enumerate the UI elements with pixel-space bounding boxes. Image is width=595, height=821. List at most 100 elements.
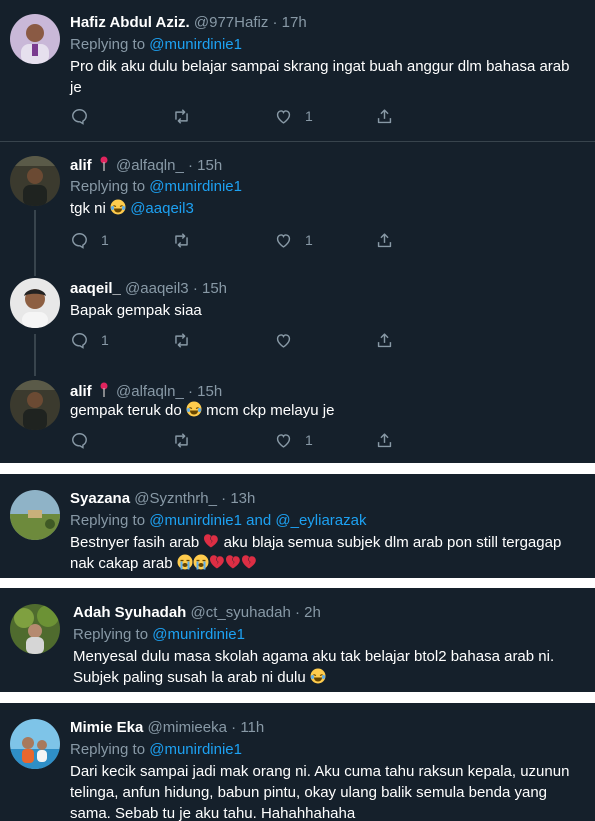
replying-to-label: Replying to	[70, 512, 146, 529]
retweet-button[interactable]	[172, 328, 203, 352]
retweet-button[interactable]	[172, 104, 203, 128]
like-button[interactable]	[274, 328, 305, 352]
display-name[interactable]: Syazana	[70, 490, 130, 507]
handle[interactable]: @alfaqln_	[116, 383, 184, 400]
reply-button[interactable]: 1	[70, 228, 109, 252]
retweet-button[interactable]	[172, 228, 203, 252]
thread-panel: Hafiz Abdul Aziz. @977Hafiz · 17h Replyi…	[0, 0, 595, 463]
handle[interactable]: @aaqeil3	[125, 280, 189, 297]
like-button[interactable]: 1	[274, 104, 313, 128]
tweet-text-line: sama. Sebab tu je aku tahu. Hahahhahaha	[70, 805, 356, 821]
tweet-text-line: Menyesal dulu masa skolah agama aku tak …	[73, 648, 555, 665]
timestamp[interactable]: 11h	[240, 719, 264, 736]
display-name[interactable]: Adah Syuhadah	[73, 604, 186, 621]
handle[interactable]: @Syznthrh_	[134, 490, 217, 507]
tweet-actions: 1	[0, 104, 595, 128]
tweet-text-line: je	[70, 79, 82, 96]
tweet-text-part: Subjek paling susah la arab ni dulu	[73, 669, 306, 686]
handle[interactable]: @977Hafiz	[194, 14, 268, 31]
reply-button[interactable]: 1	[70, 328, 109, 352]
timestamp[interactable]: 15h	[197, 157, 222, 174]
broken-heart-emoji	[204, 534, 219, 548]
timestamp[interactable]: 17h	[282, 14, 307, 31]
separator-dot: ·	[231, 719, 237, 736]
laughing-crying-emoji	[110, 199, 126, 215]
avatar[interactable]	[10, 278, 60, 328]
like-icon	[276, 109, 291, 124]
tweet-actions: 1	[0, 328, 595, 352]
timestamp[interactable]: 13h	[230, 490, 255, 507]
tweet-text: tgk ni @aaqeil3	[70, 198, 194, 219]
broken-heart-emoji	[241, 555, 256, 569]
avatar[interactable]	[10, 14, 60, 64]
display-name[interactable]: Mimie Eka	[70, 719, 143, 736]
share-button[interactable]	[375, 428, 394, 452]
avatar[interactable]	[10, 719, 60, 769]
tweet-actions: 1 1	[0, 228, 595, 252]
tweet-aaqeil[interactable]: aaqeil_ @aaqeil3 · 15h Bapak gempak siaa…	[0, 264, 595, 360]
tweet-text: Bapak gempak siaa	[70, 300, 202, 321]
tweet-text-line: Bapak gempak siaa	[70, 302, 202, 319]
handle[interactable]: @ct_syuhadah	[191, 604, 291, 621]
pin-flag-icon	[100, 382, 108, 397]
display-name[interactable]: alif	[70, 383, 92, 400]
avatar[interactable]	[10, 490, 60, 540]
display-name[interactable]: aaqeil_	[70, 280, 121, 297]
mention-link[interactable]: @aaqeil3	[130, 200, 194, 217]
tweet-hafiz[interactable]: Hafiz Abdul Aziz. @977Hafiz · 17h Replyi…	[0, 0, 595, 140]
handle[interactable]: @mimieeka	[148, 719, 227, 736]
reply-icon	[72, 332, 87, 349]
replying-and: and	[246, 512, 272, 529]
laughing-crying-emoji	[310, 668, 326, 684]
replying-to-label: Replying to	[70, 36, 146, 53]
tweet-panel-mimie: Mimie Eka @mimieeka · 11h Replying to @m…	[0, 703, 595, 821]
tweet-text-part: nak cakap arab	[70, 555, 173, 572]
replying-to-link[interactable]: @munirdinie1	[149, 741, 242, 758]
retweet-button[interactable]	[172, 428, 203, 452]
tweet-adah[interactable]: Adah Syuhadah @ct_syuhadah · 2h Replying…	[0, 588, 595, 692]
like-count: 1	[305, 232, 313, 248]
tweet-text: Menyesal dulu masa skolah agama aku tak …	[73, 646, 554, 688]
share-button[interactable]	[375, 104, 394, 128]
like-button[interactable]: 1	[274, 228, 313, 252]
tweet-text-part: aku blaja semua subjek dlm arab pon stil…	[223, 534, 562, 551]
tweet-alif-2[interactable]: alif @alfaqln_ · 15h gempak teruk do mcm…	[0, 366, 595, 462]
tweet-panel-adah: Adah Syuhadah @ct_syuhadah · 2h Replying…	[0, 588, 595, 692]
display-name[interactable]: Hafiz Abdul Aziz.	[70, 14, 190, 31]
tweet-text: Pro dik aku dulu belajar sampai skrang i…	[70, 56, 569, 98]
like-icon	[276, 233, 291, 248]
replying-to-link-2[interactable]: @_eyliarazak	[275, 512, 366, 529]
timestamp[interactable]: 2h	[304, 604, 321, 621]
share-button[interactable]	[375, 228, 394, 252]
tweet-alif[interactable]: alif @alfaqln_ · 15h Replying to @munird…	[0, 142, 595, 252]
replying-to-link[interactable]: @munirdinie1	[149, 36, 242, 53]
reply-icon	[72, 232, 87, 249]
replying-to-link[interactable]: @munirdinie1	[149, 178, 242, 195]
share-icon	[377, 332, 392, 347]
avatar[interactable]	[10, 604, 60, 654]
separator-dot: ·	[187, 157, 193, 174]
tweet-text-line: Dari kecik sampai jadi mak orang ni. Aku…	[70, 763, 570, 780]
tweet-text: Bestnyer fasih arab aku blaja semua subj…	[70, 532, 561, 574]
separator-dot: ·	[272, 14, 278, 31]
timestamp[interactable]: 15h	[202, 280, 227, 297]
like-icon	[276, 333, 291, 348]
like-button[interactable]: 1	[274, 428, 313, 452]
reply-button[interactable]	[70, 428, 101, 452]
handle[interactable]: @alfaqln_	[116, 157, 184, 174]
avatar[interactable]	[10, 380, 60, 430]
tweet-syazana[interactable]: Syazana @Syznthrh_ · 13h Replying to @mu…	[0, 474, 595, 578]
avatar[interactable]	[10, 156, 60, 206]
tweet-mimie[interactable]: Mimie Eka @mimieeka · 11h Replying to @m…	[0, 703, 595, 821]
replying-to-link[interactable]: @munirdinie1	[149, 512, 242, 529]
like-count: 1	[305, 108, 313, 124]
tweet-panel-syazana: Syazana @Syznthrh_ · 13h Replying to @mu…	[0, 474, 595, 578]
timestamp[interactable]: 15h	[197, 383, 222, 400]
separator-dot: ·	[221, 490, 227, 507]
display-name[interactable]: alif	[70, 157, 92, 174]
share-button[interactable]	[375, 328, 394, 352]
tweet-text-part: Bestnyer fasih arab	[70, 534, 200, 551]
replying-to-link[interactable]: @munirdinie1	[152, 626, 245, 643]
reply-button[interactable]	[70, 104, 101, 128]
separator-dot: ·	[192, 280, 198, 297]
